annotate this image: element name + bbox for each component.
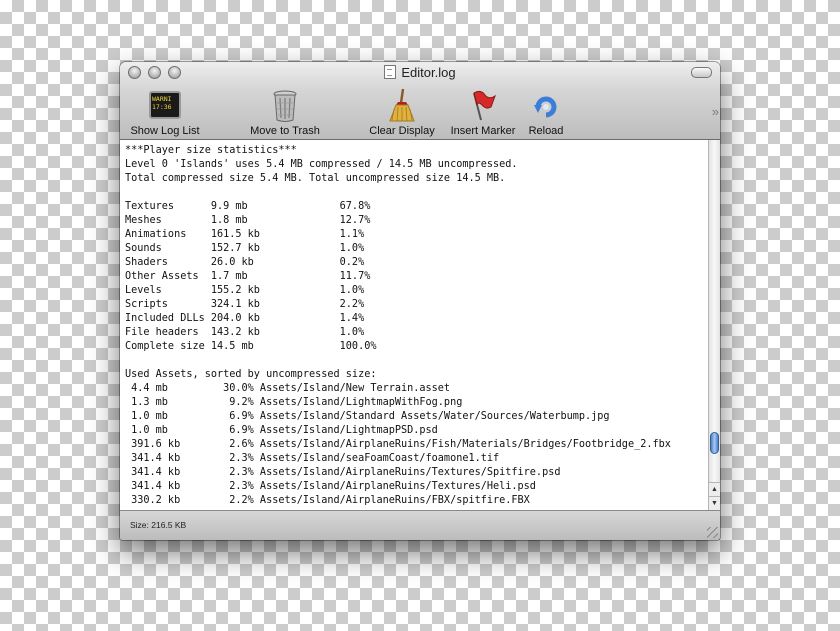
insert-marker-label: Insert Marker [450,125,516,137]
log-line: Total compressed size 5.4 MB. Total unco… [125,173,506,184]
window-titlebar[interactable]: Editor.log WARNI 17:36 Show Log List Mov… [120,62,720,140]
log-line: Levels 155.2 kb 1.0% [125,285,365,296]
console-icon: WARNI 17:36 [149,89,181,123]
document-icon [384,65,397,79]
show-log-list-button[interactable]: WARNI 17:36 Show Log List [128,89,202,138]
log-line: 4.4 mb 30.0% Assets/Island/New Terrain.a… [131,383,451,394]
log-line: 1.0 mb 6.9% Assets/Island/LightmapPSD.ps… [131,425,438,436]
log-line: Meshes 1.8 mb 12.7% [125,215,371,226]
scroll-down-arrow-icon[interactable]: ▼ [709,496,720,510]
reload-label: Reload [528,125,564,137]
reload-icon [532,89,560,123]
log-line: Scripts 324.1 kb 2.2% [125,299,365,310]
window-title: Editor.log [120,65,720,81]
move-to-trash-label: Move to Trash [250,125,320,137]
log-line: Sounds 152.7 kb 1.0% [125,243,365,254]
vertical-scrollbar[interactable]: ▲ ▼ [708,140,720,510]
broom-icon [388,88,416,123]
show-log-list-label: Show Log List [130,125,200,137]
log-line: Animations 161.5 kb 1.1% [125,229,365,240]
log-line: 1.3 mb 9.2% Assets/Island/LightmapWithFo… [131,397,463,408]
log-line: File headers 143.2 kb 1.0% [125,327,365,338]
log-line: 391.6 kb 2.6% Assets/Island/AirplaneRuin… [131,439,671,450]
resize-grip-icon[interactable] [707,527,718,538]
log-line: 330.2 kb 2.2% Assets/Island/AirplaneRuin… [131,495,530,506]
scrollbar-thumb[interactable] [710,432,719,454]
scroll-up-arrow-icon[interactable]: ▲ [709,482,720,496]
log-text: ***Player size statistics*** Level 0 'Is… [120,140,708,510]
status-bar: Size: 216.5 KB [120,510,720,540]
reload-button[interactable]: Reload [523,89,569,138]
console-window: Editor.log WARNI 17:36 Show Log List Mov… [120,62,720,540]
log-line: 1.0 mb 6.9% Assets/Island/Standard Asset… [131,411,610,422]
move-to-trash-button[interactable]: Move to Trash [245,89,325,138]
window-title-text: Editor.log [401,65,456,80]
file-size-status: Size: 216.5 KB [130,520,187,530]
insert-marker-button[interactable]: Insert Marker [445,89,521,138]
flag-icon [469,89,497,123]
log-line: 341.4 kb 2.3% Assets/Island/AirplaneRuin… [131,481,536,492]
toolbar-overflow-chevron-icon[interactable]: » [712,104,719,119]
log-line: Complete size 14.5 mb 100.0% [125,341,377,352]
log-line: ***Player size statistics*** [125,145,297,156]
clear-display-label: Clear Display [369,125,435,137]
toolbar-toggle-button[interactable] [691,67,712,78]
log-line: Other Assets 1.7 mb 11.7% [125,271,371,282]
clear-display-button[interactable]: Clear Display [364,88,440,138]
log-line: Shaders 26.0 kb 0.2% [125,257,365,268]
log-line: 341.4 kb 2.3% Assets/Island/AirplaneRuin… [131,467,561,478]
log-line: Level 0 'Islands' uses 5.4 MB compressed… [125,159,518,170]
log-line: 341.4 kb 2.3% Assets/Island/seaFoamCoast… [131,453,500,464]
log-text-area[interactable]: ***Player size statistics*** Level 0 'Is… [120,140,708,510]
log-line: Included DLLs 204.0 kb 1.4% [125,313,365,324]
log-line: Textures 9.9 mb 67.8% [125,201,371,212]
trash-icon [272,89,298,123]
log-line: Used Assets, sorted by uncompressed size… [125,369,377,380]
